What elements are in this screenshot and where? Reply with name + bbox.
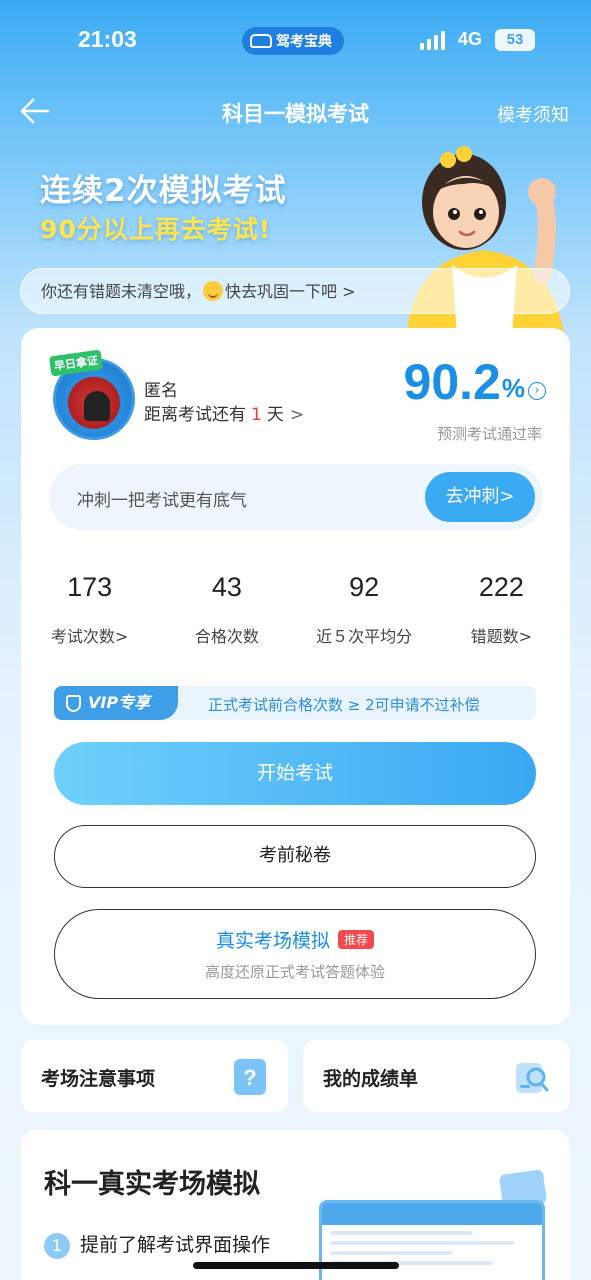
stat-pass-count: 43 合格次数 — [158, 572, 295, 647]
exam-summary-card: 早日拿证 匿名 距离考试还有 1 天 > 90.2 % › 预测考试通过率 冲刺一把考… — [21, 328, 570, 1025]
shield-icon — [66, 695, 81, 712]
stat-value: 222 — [478, 572, 524, 602]
section-title: 科一真实考场模拟 — [44, 1169, 260, 1200]
vip-badge: VIP专享 — [54, 686, 178, 720]
chevron-circle-icon[interactable]: › — [528, 382, 546, 400]
countdown-prefix: 距离考试还有 — [144, 405, 246, 425]
preview-lines — [322, 1225, 542, 1277]
countdown-days: 1 — [251, 405, 262, 425]
stat-average-score: 92 近５次平均分 — [296, 572, 433, 647]
pass-rate-unit: % — [501, 373, 525, 403]
stats-row: 173 考试次数> 43 合格次数 92 近５次平均分 222 错题数> — [21, 572, 570, 647]
exam-notes-title: 考场注意事项 — [41, 1068, 156, 1090]
stat-value: 173 — [67, 572, 113, 602]
user-name: 匿名 — [144, 381, 178, 401]
svg-text:?: ? — [243, 1065, 256, 1090]
tip-text-end: 快去巩固一下吧 > — [225, 282, 356, 301]
sprint-banner: 冲刺一把考试更有底气 去冲刺> — [49, 464, 543, 530]
real-exam-intro-section: 科一真实考场模拟 1 提前了解考试界面操作 — [21, 1130, 570, 1280]
secret-paper-button[interactable]: 考前秘卷 — [54, 825, 536, 888]
hero-headline: 连续2次模拟考试 — [40, 173, 287, 209]
app-indicator-pill[interactable]: 驾考宝典 — [242, 27, 344, 55]
step-text: 提前了解考试界面操作 — [80, 1234, 271, 1256]
stat-exam-count[interactable]: 173 考试次数> — [21, 572, 158, 647]
stat-value: 92 — [349, 572, 380, 602]
avatar-figure — [84, 391, 110, 421]
countdown-suffix: 天 — [266, 405, 284, 425]
real-exam-title-row: 真实考场模拟 推荐 — [55, 926, 535, 953]
car-icon — [250, 34, 272, 48]
preview-header — [322, 1203, 542, 1225]
stat-label: 错题数> — [470, 627, 533, 646]
signal-icon — [420, 31, 445, 50]
real-exam-title: 真实考场模拟 — [215, 930, 330, 952]
recommend-badge: 推荐 — [338, 930, 375, 949]
status-bar: 21:03 驾考宝典 4G 53 — [0, 0, 591, 80]
start-exam-button[interactable]: 开始考试 — [54, 742, 536, 805]
stat-label: 近５次平均分 — [316, 627, 413, 646]
vip-badge-label: VIP专享 — [88, 693, 151, 712]
wrong-questions-tip[interactable]: 你还有错题未清空哦， 快去巩固一下吧 > — [20, 268, 570, 314]
sprint-text: 冲刺一把考试更有底气 — [77, 491, 247, 511]
hero-subheadline: 90分以上再去考试! — [40, 215, 272, 244]
chevron-right-icon: > — [289, 405, 305, 425]
stat-label: 合格次数 — [194, 627, 259, 646]
home-indicator[interactable] — [193, 1262, 399, 1269]
battery-icon: 53 — [495, 29, 535, 51]
step-number: 1 — [44, 1233, 70, 1259]
step-item: 1 提前了解考试界面操作 — [44, 1230, 270, 1259]
vip-banner[interactable]: VIP专享 正式考试前合格次数 ≥ 2可申请不过补偿 — [54, 686, 536, 720]
stat-label: 考试次数> — [50, 627, 129, 646]
pass-rate-label: 预测考试通过率 — [436, 425, 542, 443]
sprint-button[interactable]: 去冲刺> — [425, 472, 535, 522]
search-doc-icon — [516, 1063, 549, 1093]
pass-rate-value: 90.2 — [403, 354, 501, 410]
network-type: 4G — [458, 29, 483, 49]
avatar[interactable]: 早日拿证 — [48, 349, 135, 440]
status-time: 21:03 — [78, 26, 137, 52]
question-doc-icon: ? — [234, 1059, 266, 1095]
nav-bar: 科目一模拟考试 模考须知 — [0, 88, 591, 136]
real-exam-simulation-button[interactable]: 真实考场模拟 推荐 高度还原正式考试答题体验 — [54, 909, 536, 999]
stat-value: 43 — [211, 572, 242, 602]
my-scores-title: 我的成绩单 — [323, 1068, 419, 1090]
vip-text: 正式考试前合格次数 ≥ 2可申请不过补偿 — [208, 696, 480, 714]
stat-wrong-count[interactable]: 222 错题数> — [433, 572, 570, 647]
avatar-badge: 早日拿证 — [48, 349, 104, 377]
tip-text-start: 你还有错题未清空哦， — [41, 282, 202, 301]
pass-rate: 90.2 % › — [404, 352, 546, 412]
exam-notice-link[interactable]: 模考须知 — [497, 101, 569, 127]
exam-countdown[interactable]: 距离考试还有 1 天 > — [144, 400, 304, 425]
app-pill-label: 驾考宝典 — [276, 34, 332, 50]
real-exam-subtitle: 高度还原正式考试答题体验 — [204, 963, 385, 981]
smiley-emoji-icon — [203, 281, 224, 301]
my-scores-card[interactable]: 我的成绩单 — [303, 1040, 570, 1112]
exam-notes-card[interactable]: 考场注意事项 ? — [21, 1040, 288, 1112]
